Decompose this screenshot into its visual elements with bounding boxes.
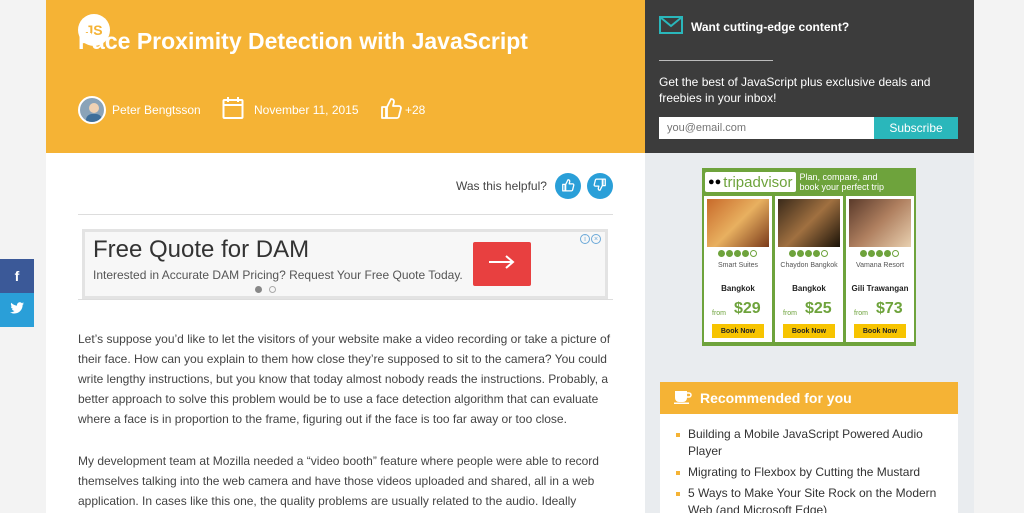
ad-arrow-button[interactable]	[473, 242, 531, 286]
left-gutter	[0, 0, 46, 513]
hotel-photo	[707, 199, 769, 247]
ad-pager	[255, 286, 283, 293]
facebook-icon: f	[14, 268, 20, 284]
facebook-share-button[interactable]: f	[0, 259, 34, 293]
page-title: Face Proximity Detection with JavaScript	[78, 28, 528, 54]
ad-text[interactable]: Interested in Accurate DAM Pricing? Requ…	[93, 268, 463, 282]
hotel-card[interactable]: Vamana Resort Gili Trawangan from $73 Bo…	[846, 196, 914, 342]
ad-choices[interactable]: i ×	[579, 234, 601, 244]
hotel-price: $29	[734, 300, 761, 317]
tripadvisor-tagline: Plan, compare, and book your perfect tri…	[799, 172, 885, 192]
recommended-link[interactable]: 5 Ways to Make Your Site Rock on the Mod…	[688, 485, 946, 513]
divider	[78, 299, 613, 300]
price-from-label: from	[712, 310, 726, 317]
twitter-share-button[interactable]	[0, 293, 34, 327]
feedback-question: Was this helpful?	[456, 179, 547, 193]
info-icon[interactable]: i	[580, 234, 590, 244]
email-field[interactable]	[659, 117, 874, 139]
helpful-yes-button[interactable]	[554, 173, 581, 199]
recommended-list: Building a Mobile JavaScript Powered Aud…	[676, 426, 946, 513]
twitter-icon	[10, 301, 24, 319]
coffee-cup-icon	[674, 390, 692, 407]
thumbs-down-icon	[593, 178, 607, 195]
subscribe-button[interactable]: Subscribe	[874, 117, 958, 139]
hotel-name: Smart Suites	[717, 262, 759, 269]
newsletter-box: Want cutting-edge content? Get the best …	[645, 0, 974, 153]
newsletter-heading: Want cutting-edge content?	[659, 16, 849, 37]
arrow-right-icon	[487, 254, 517, 275]
ad-title[interactable]: Free Quote for DAM	[93, 236, 309, 264]
recommended-item[interactable]: Building a Mobile JavaScript Powered Aud…	[676, 426, 946, 460]
recommended-item[interactable]: Migrating to Flexbox by Cutting the Must…	[676, 464, 946, 481]
book-now-button[interactable]: Book Now	[712, 324, 764, 338]
calendar-icon	[222, 96, 244, 123]
book-now-button[interactable]: Book Now	[854, 324, 906, 338]
hotel-photo	[778, 199, 840, 247]
tripadvisor-ad[interactable]: ●● tripadvisor Plan, compare, and book y…	[702, 168, 916, 346]
hotel-price: $25	[805, 300, 832, 317]
ad-banner[interactable]: Free Quote for DAM Interested in Accurat…	[82, 229, 608, 299]
tripadvisor-brand: tripadvisor	[723, 173, 793, 191]
divider	[78, 214, 613, 215]
author-avatar	[78, 96, 106, 124]
recommended-box: Recommended for you Building a Mobile Ja…	[660, 382, 958, 513]
likes-meta[interactable]: +28	[380, 96, 425, 123]
hotel-card[interactable]: Chaydon Bangkok Bangkok from $25 Book No…	[775, 196, 843, 342]
likes-count: +28	[405, 102, 426, 117]
hotel-name: Vamana Resort	[855, 262, 905, 269]
envelope-icon	[659, 16, 683, 37]
hotel-card[interactable]: Smart Suites Bangkok from $29 Book Now	[704, 196, 772, 342]
hotel-city: Bangkok	[721, 284, 755, 293]
hotel-city: Bangkok	[792, 284, 826, 293]
bullet	[676, 492, 680, 496]
article-paragraph: My development team at Mozilla needed a …	[78, 454, 599, 508]
close-icon[interactable]: ×	[591, 234, 601, 244]
publish-date: November 11, 2015	[254, 102, 359, 117]
book-now-button[interactable]: Book Now	[783, 324, 835, 338]
thumbs-up-icon	[561, 178, 575, 195]
hotel-price: $73	[876, 300, 903, 317]
helpful-no-button[interactable]	[586, 173, 613, 199]
recommended-item[interactable]: 5 Ways to Make Your Site Rock on the Mod…	[676, 485, 946, 513]
newsletter-text: Get the best of JavaScript plus exclusiv…	[659, 75, 931, 105]
pager-dot[interactable]	[269, 286, 276, 293]
feedback-bar: Was this helpful?	[456, 173, 613, 199]
hotel-photo	[849, 199, 911, 247]
recommended-link[interactable]: Building a Mobile JavaScript Powered Aud…	[688, 426, 946, 460]
owl-icon: ●●	[708, 176, 722, 188]
bullet	[676, 433, 680, 437]
newsletter-divider	[659, 60, 773, 61]
author-meta[interactable]: Peter Bengtsson	[78, 96, 201, 124]
bullet	[676, 471, 680, 475]
right-gutter	[974, 0, 1024, 513]
recommended-heading: Recommended for you	[700, 390, 852, 406]
newsletter-heading-text: Want cutting-edge content?	[691, 19, 850, 34]
thumbs-up-icon[interactable]	[380, 96, 402, 123]
rating-dots	[789, 250, 829, 257]
article-paragraph: Let’s suppose you’d like to let the visi…	[78, 332, 611, 426]
hotel-name: Chaydon Bangkok	[780, 262, 838, 269]
article-content: Was this helpful? Free Quote for DAM Int…	[46, 153, 645, 513]
article-header: JS Face Proximity Detection with JavaScr…	[46, 0, 645, 153]
rating-dots	[718, 250, 758, 257]
tripadvisor-logo[interactable]: ●● tripadvisor	[705, 172, 796, 192]
date-meta: November 11, 2015	[222, 96, 359, 123]
recommended-header: Recommended for you	[660, 382, 958, 414]
tripadvisor-header: ●● tripadvisor Plan, compare, and book y…	[702, 168, 916, 196]
recommended-link[interactable]: Migrating to Flexbox by Cutting the Must…	[688, 464, 920, 481]
hotel-city: Gili Trawangan	[851, 284, 909, 293]
rating-dots	[860, 250, 900, 257]
author-name[interactable]: Peter Bengtsson	[112, 103, 201, 117]
price-from-label: from	[854, 310, 868, 317]
pager-dot-active[interactable]	[255, 286, 262, 293]
price-from-label: from	[783, 310, 797, 317]
